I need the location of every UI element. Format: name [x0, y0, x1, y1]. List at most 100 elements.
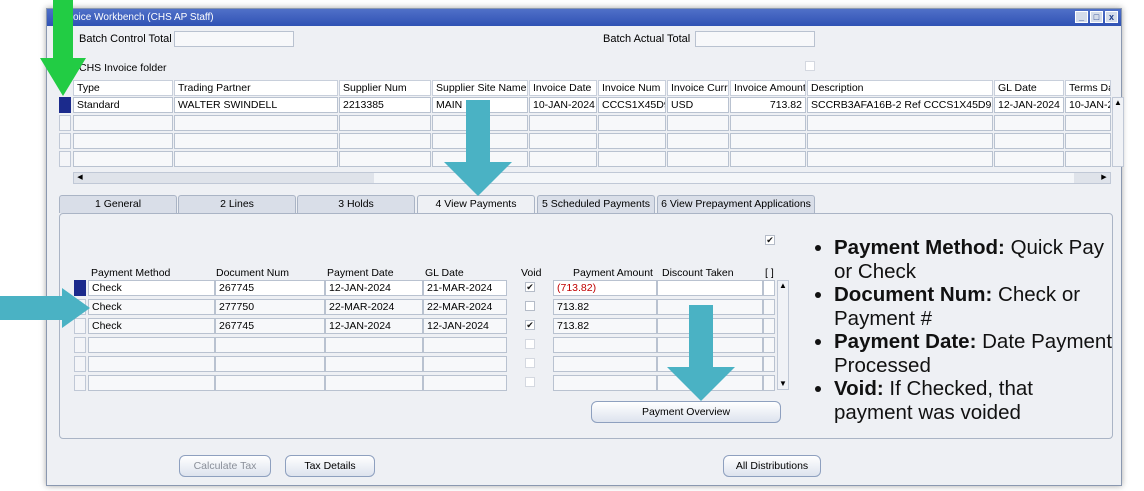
- invoice-empty-cell[interactable]: [598, 133, 666, 149]
- all-distributions-button[interactable]: All Distributions: [723, 455, 821, 477]
- invoice-empty-cell[interactable]: [174, 151, 338, 167]
- payments-select-all-checkbox[interactable]: [765, 235, 775, 245]
- invoice-empty-cell[interactable]: [667, 151, 729, 167]
- payment-row-selector[interactable]: [74, 337, 86, 353]
- payment-flag-field[interactable]: [763, 299, 775, 315]
- payment-void-checkbox[interactable]: [525, 282, 535, 292]
- payment-void-checkbox[interactable]: [525, 339, 535, 349]
- tab-general[interactable]: 1 General: [59, 195, 177, 213]
- folder-checkbox[interactable]: [805, 61, 815, 71]
- invoice-empty-cell[interactable]: [994, 151, 1064, 167]
- payment-void-checkbox[interactable]: [525, 358, 535, 368]
- invoice-trading-partner[interactable]: WALTER SWINDELL: [174, 97, 338, 113]
- payment-date[interactable]: 12-JAN-2024: [325, 280, 423, 296]
- invoice-empty-cell[interactable]: [339, 115, 431, 131]
- scroll-right-icon[interactable]: ▶: [1098, 173, 1110, 183]
- payment-overview-button[interactable]: Payment Overview: [591, 401, 781, 423]
- payment-flag-field[interactable]: [763, 318, 775, 334]
- payment-void-checkbox[interactable]: [525, 301, 535, 311]
- invoice-empty-cell[interactable]: [807, 151, 993, 167]
- payment-document-num[interactable]: 267745: [215, 318, 325, 334]
- invoice-empty-cell[interactable]: [667, 133, 729, 149]
- scroll-left-icon[interactable]: ◀: [74, 173, 86, 183]
- invoice-empty-cell[interactable]: [994, 133, 1064, 149]
- payment-empty-cell[interactable]: [88, 337, 215, 353]
- invoice-empty-cell[interactable]: [73, 133, 173, 149]
- invoice-terms-date[interactable]: 10-JAN-20: [1065, 97, 1111, 113]
- minimize-button[interactable]: _: [1075, 11, 1088, 23]
- invoice-empty-cell[interactable]: [807, 115, 993, 131]
- payment-void-checkbox[interactable]: [525, 320, 535, 330]
- invoice-amount[interactable]: 713.82: [730, 97, 806, 113]
- invoice-vertical-scrollbar[interactable]: ▲: [1112, 97, 1124, 167]
- invoice-empty-cell[interactable]: [339, 133, 431, 149]
- payment-method[interactable]: Check: [88, 318, 215, 334]
- payment-gl-date[interactable]: 22-MAR-2024: [423, 299, 507, 315]
- invoice-empty-cell[interactable]: [730, 133, 806, 149]
- payment-empty-cell[interactable]: [423, 337, 507, 353]
- invoice-empty-cell[interactable]: [529, 151, 597, 167]
- tab-holds[interactable]: 3 Holds: [297, 195, 415, 213]
- invoice-empty-cell[interactable]: [174, 133, 338, 149]
- invoice-gl-date[interactable]: 12-JAN-2024: [994, 97, 1064, 113]
- payment-empty-cell[interactable]: [215, 356, 325, 372]
- payment-date[interactable]: 22-MAR-2024: [325, 299, 423, 315]
- payment-empty-cell[interactable]: [215, 337, 325, 353]
- batch-actual-total-field[interactable]: [695, 31, 815, 47]
- invoice-empty-cell[interactable]: [667, 115, 729, 131]
- payment-document-num[interactable]: 277750: [215, 299, 325, 315]
- invoice-empty-cell[interactable]: [598, 115, 666, 131]
- payment-amount[interactable]: 713.82: [553, 299, 657, 315]
- payment-empty-cell[interactable]: [763, 356, 775, 372]
- invoice-empty-cell[interactable]: [174, 115, 338, 131]
- invoice-empty-cell[interactable]: [807, 133, 993, 149]
- invoice-date[interactable]: 10-JAN-2024: [529, 97, 597, 113]
- invoice-empty-cell[interactable]: [730, 115, 806, 131]
- payment-empty-cell[interactable]: [325, 337, 423, 353]
- window-titlebar[interactable]: oice Workbench (CHS AP Staff) _ □ x: [47, 9, 1121, 26]
- payments-vertical-scrollbar[interactable]: ▲ ▼: [777, 280, 789, 390]
- invoice-empty-cell[interactable]: [339, 151, 431, 167]
- payment-document-num[interactable]: 267745: [215, 280, 325, 296]
- payment-row-selector[interactable]: [74, 356, 86, 372]
- invoice-empty-cell[interactable]: [529, 133, 597, 149]
- invoice-empty-cell[interactable]: [730, 151, 806, 167]
- maximize-button[interactable]: □: [1090, 11, 1103, 23]
- payment-method[interactable]: Check: [88, 280, 215, 296]
- payment-empty-cell[interactable]: [325, 356, 423, 372]
- payment-empty-cell[interactable]: [88, 356, 215, 372]
- payment-empty-cell[interactable]: [553, 356, 657, 372]
- payment-empty-cell[interactable]: [423, 356, 507, 372]
- payment-empty-cell[interactable]: [553, 375, 657, 391]
- invoice-supplier-num[interactable]: 2213385: [339, 97, 431, 113]
- tab-view-prepayment-applications[interactable]: 6 View Prepayment Applications: [657, 195, 815, 213]
- invoice-empty-cell[interactable]: [994, 115, 1064, 131]
- payment-discount-taken[interactable]: [657, 280, 763, 296]
- payment-empty-cell[interactable]: [763, 375, 775, 391]
- payment-empty-cell[interactable]: [325, 375, 423, 391]
- invoice-row-selector[interactable]: [59, 115, 71, 131]
- payment-amount[interactable]: (713.82): [553, 280, 657, 296]
- invoice-horizontal-scrollbar[interactable]: ◀ ▶: [73, 172, 1111, 184]
- payment-gl-date[interactable]: 12-JAN-2024: [423, 318, 507, 334]
- scroll-up-icon[interactable]: ▲: [1113, 98, 1123, 108]
- payment-flag-field[interactable]: [763, 280, 775, 296]
- scroll-up-icon[interactable]: ▲: [778, 281, 788, 291]
- invoice-row-selector[interactable]: [59, 151, 71, 167]
- payment-empty-cell[interactable]: [215, 375, 325, 391]
- invoice-empty-cell[interactable]: [73, 115, 173, 131]
- invoice-empty-cell[interactable]: [1065, 151, 1111, 167]
- calculate-tax-button[interactable]: Calculate Tax: [179, 455, 271, 477]
- batch-control-total-field[interactable]: [174, 31, 294, 47]
- payment-empty-cell[interactable]: [88, 375, 215, 391]
- tax-details-button[interactable]: Tax Details: [285, 455, 375, 477]
- invoice-row-selector[interactable]: [59, 133, 71, 149]
- invoice-empty-cell[interactable]: [598, 151, 666, 167]
- invoice-empty-cell[interactable]: [73, 151, 173, 167]
- payment-empty-cell[interactable]: [763, 337, 775, 353]
- invoice-row-selector[interactable]: [59, 97, 71, 113]
- payment-empty-cell[interactable]: [423, 375, 507, 391]
- tab-scheduled-payments[interactable]: 5 Scheduled Payments: [537, 195, 655, 213]
- tab-lines[interactable]: 2 Lines: [178, 195, 296, 213]
- invoice-num[interactable]: CCCS1X45D9: [598, 97, 666, 113]
